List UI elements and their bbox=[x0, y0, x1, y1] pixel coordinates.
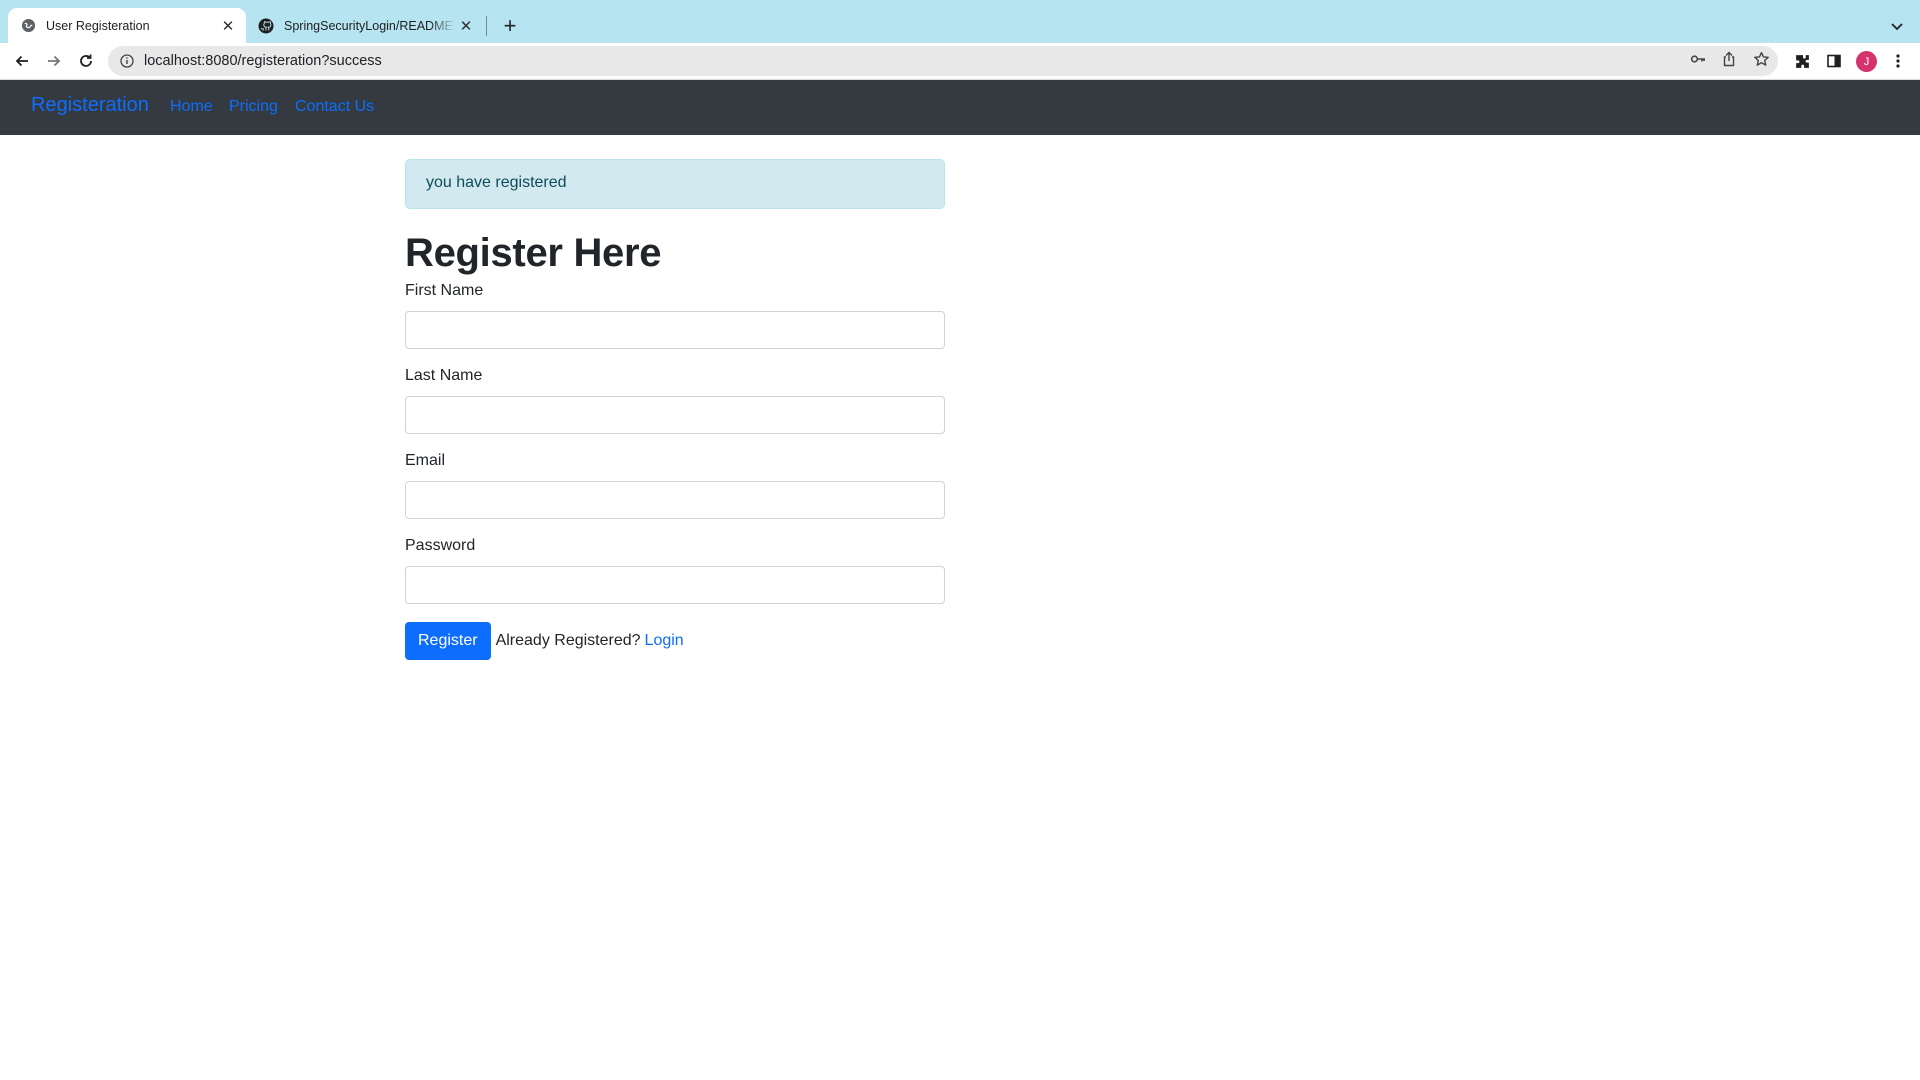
close-icon[interactable]: ✕ bbox=[456, 16, 476, 36]
address-bar[interactable]: localhost:8080/registeration?success bbox=[108, 46, 1778, 76]
site-navbar: Registeration Home Pricing Contact Us bbox=[0, 80, 1920, 135]
github-icon bbox=[258, 18, 274, 34]
nav-link-contact-us[interactable]: Contact Us bbox=[295, 98, 374, 116]
success-alert: you have registered bbox=[405, 159, 945, 209]
new-tab-button[interactable]: + bbox=[497, 13, 523, 39]
password-input[interactable] bbox=[405, 566, 945, 604]
back-button[interactable] bbox=[8, 47, 36, 75]
last-name-label: Last Name bbox=[405, 367, 483, 384]
browser-toolbar: localhost:8080/registeration?success J bbox=[0, 43, 1920, 79]
star-icon[interactable] bbox=[1752, 50, 1770, 68]
profile-avatar[interactable]: J bbox=[1856, 51, 1877, 72]
info-icon[interactable] bbox=[119, 53, 135, 69]
side-panel-icon[interactable] bbox=[1824, 51, 1844, 71]
tab-title: SpringSecurityLogin/README.md bbox=[284, 18, 456, 33]
first-name-label: First Name bbox=[405, 282, 484, 299]
share-icon[interactable] bbox=[1720, 50, 1738, 68]
registration-form: First Name Last Name Email Password Regi… bbox=[405, 282, 945, 660]
url-text: localhost:8080/registeration?success bbox=[144, 53, 382, 69]
register-button[interactable]: Register bbox=[405, 622, 491, 660]
already-registered-text: Already Registered? bbox=[495, 632, 641, 649]
email-group: Email bbox=[405, 452, 945, 519]
tab-user-registeration[interactable]: User Registeration ✕ bbox=[8, 8, 246, 43]
first-name-group: First Name bbox=[405, 282, 945, 349]
key-icon[interactable] bbox=[1689, 50, 1707, 68]
reload-icon bbox=[80, 54, 92, 67]
globe-icon bbox=[20, 18, 36, 34]
first-name-input[interactable] bbox=[405, 311, 945, 349]
password-group: Password bbox=[405, 537, 945, 604]
extensions-icon[interactable] bbox=[1792, 51, 1812, 71]
chevron-down-icon[interactable] bbox=[1885, 14, 1909, 38]
more-vert-icon[interactable] bbox=[1888, 51, 1908, 71]
email-input[interactable] bbox=[405, 481, 945, 519]
nav-link-pricing[interactable]: Pricing bbox=[229, 98, 278, 116]
login-link[interactable]: Login bbox=[645, 632, 684, 650]
last-name-group: Last Name bbox=[405, 367, 945, 434]
browser-tabstrip: User Registeration ✕ SpringSecurityLogin… bbox=[0, 0, 1920, 43]
password-label: Password bbox=[405, 537, 476, 554]
nav-link-home[interactable]: Home bbox=[170, 98, 213, 116]
tab-title: User Registeration bbox=[46, 18, 150, 33]
registration-container: you have registered Register Here First … bbox=[405, 159, 945, 660]
navbar-brand[interactable]: Registeration bbox=[31, 94, 149, 117]
email-label: Email bbox=[405, 452, 446, 469]
last-name-input[interactable] bbox=[405, 396, 945, 434]
arrow-right-icon bbox=[48, 55, 61, 67]
form-actions: Register Already Registered? Login bbox=[405, 622, 945, 660]
reload-button[interactable] bbox=[72, 47, 100, 75]
close-icon[interactable]: ✕ bbox=[218, 16, 238, 36]
tab-separator bbox=[486, 16, 487, 36]
page-title: Register Here bbox=[405, 231, 662, 275]
tab-readme[interactable]: SpringSecurityLogin/README.md ✕ bbox=[252, 8, 484, 43]
arrow-left-icon bbox=[15, 55, 28, 67]
forward-button[interactable] bbox=[40, 47, 68, 75]
